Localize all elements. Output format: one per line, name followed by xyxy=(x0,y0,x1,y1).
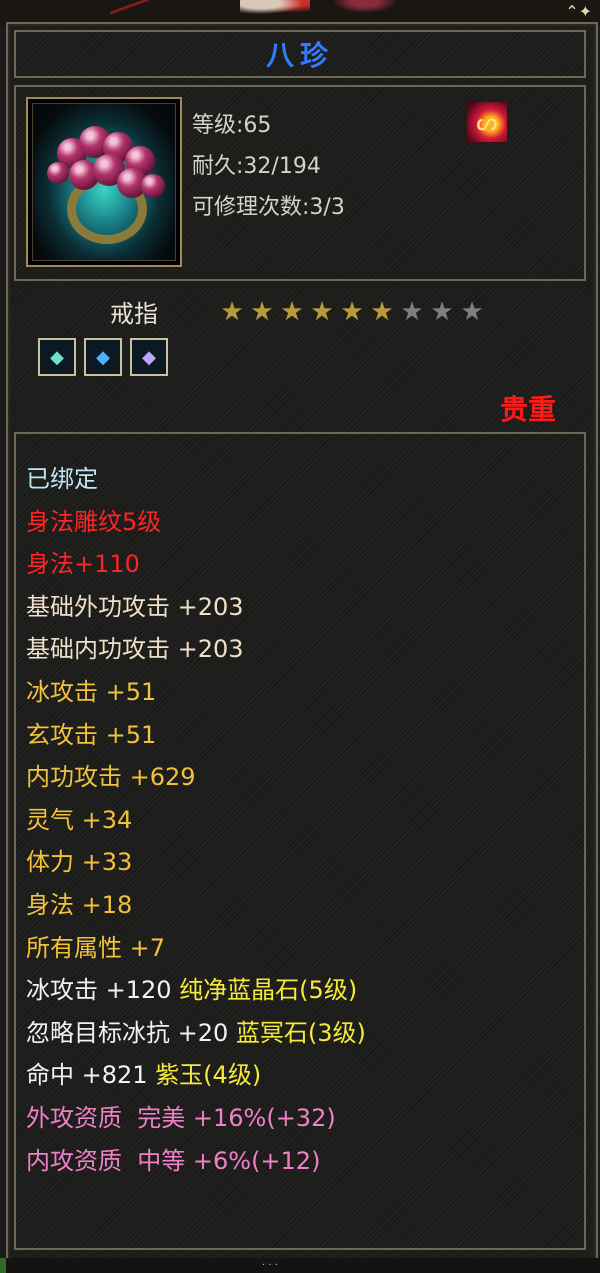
gem-name: 纯净蓝晶石(5级) xyxy=(179,976,358,1005)
attribute-text: 灵气 +34 xyxy=(26,805,133,834)
sparkle-icon: ⌃✦ xyxy=(565,2,592,21)
star-empty-icon: ★ xyxy=(460,297,484,327)
item-repair-count: 可修理次数:3/3 xyxy=(192,195,345,220)
decor-figure-2 xyxy=(330,0,400,14)
attribute-text: 已绑定 xyxy=(26,465,98,493)
rarity-label: 贵重 xyxy=(499,393,556,426)
attribute-line: 身法+110 xyxy=(26,543,366,586)
attribute-list: 已绑定身法雕纹5级 身法+110 基础外功攻击 +203 基础内功攻击 +203 冰攻击… xyxy=(26,458,366,1182)
attribute-line: 身法雕纹5级 xyxy=(26,501,366,544)
attribute-text: 玄攻击 +51 xyxy=(26,720,157,749)
attribute-line: 冰攻击 +120 纯净蓝晶石(5级) xyxy=(26,969,366,1012)
attribute-text: 基础内功攻击 +203 xyxy=(26,635,244,664)
decor-figure xyxy=(240,0,310,16)
flame-skill-icon: ᔕ xyxy=(466,101,508,143)
attribute-line: 玄攻击 +51 xyxy=(26,714,366,757)
star-empty-icon: ★ xyxy=(400,297,424,327)
star-empty-icon: ★ xyxy=(430,297,454,327)
gem-name: 蓝冥石(3级) xyxy=(235,1018,366,1047)
attribute-text: 冰攻击 +120 xyxy=(26,976,180,1005)
gem-slots: ◆ ◆ ◆ xyxy=(38,338,168,376)
title-bar: 八珍 xyxy=(14,30,586,78)
attribute-text: 体力 +33 xyxy=(26,848,133,877)
attribute-line: 冰攻击 +51 xyxy=(26,671,366,714)
attribute-line: 外攻资质 完美 +16%(+32) xyxy=(26,1097,366,1140)
item-name: 八珍 xyxy=(265,39,334,72)
attribute-line: 体力 +33 xyxy=(26,841,366,884)
star-filled-icon: ★ xyxy=(340,297,364,327)
attribute-line: 命中 +821 紫玉(4级) xyxy=(26,1054,366,1097)
star-filled-icon: ★ xyxy=(250,297,274,327)
leaf-decor xyxy=(0,1258,6,1273)
pearl xyxy=(141,174,165,198)
attribute-line: 灵气 +34 xyxy=(26,799,366,842)
attribute-line: 所有属性 +7 xyxy=(26,927,366,970)
item-durability: 耐久:32/194 xyxy=(192,154,321,179)
pearl-ring-icon xyxy=(32,103,176,261)
attribute-text: 身法雕纹5级 xyxy=(26,507,162,536)
attribute-text: 基础外功攻击 +203 xyxy=(26,592,244,621)
bottom-decoration: · · · xyxy=(0,1258,600,1273)
attribute-text: 外攻资质 完美 +16%(+32) xyxy=(26,1103,336,1132)
attribute-text: 命中 +821 xyxy=(26,1061,156,1090)
attribute-line: 身法 +18 xyxy=(26,884,366,927)
pearl xyxy=(47,162,69,184)
attribute-line: 已绑定 xyxy=(26,458,366,501)
star-filled-icon: ★ xyxy=(280,297,304,327)
bottom-marker: · · · xyxy=(262,1260,278,1271)
attribute-line: 基础内功攻击 +203 xyxy=(26,628,366,671)
attribute-text: 所有属性 +7 xyxy=(26,933,166,962)
star-filled-icon: ★ xyxy=(370,297,394,327)
item-stats: 等级:65 耐久:32/194 可修理次数:3/3 xyxy=(192,105,345,228)
attribute-text: 内功攻击 +629 xyxy=(26,763,196,792)
star-filled-icon: ★ xyxy=(310,297,334,327)
decor-streak xyxy=(110,0,150,14)
attribute-line: 忽略目标冰抗 +20 蓝冥石(3级) xyxy=(26,1012,366,1055)
attribute-text: 身法+110 xyxy=(26,550,140,579)
star-rating: ★ ★ ★ ★ ★ ★ ★ ★ ★ xyxy=(218,298,486,326)
attribute-panel: 已绑定身法雕纹5级 身法+110 基础外功攻击 +203 基础内功攻击 +203 冰攻击… xyxy=(14,432,586,1250)
purple-gem-icon: ◆ xyxy=(130,338,168,376)
attribute-text: 冰攻击 +51 xyxy=(26,677,157,706)
cyan-gem-icon: ◆ xyxy=(38,338,76,376)
blue-gem-icon: ◆ xyxy=(84,338,122,376)
attribute-line: 内功攻击 +629 xyxy=(26,756,366,799)
item-type: 戒指 xyxy=(110,300,158,328)
item-icon-frame xyxy=(26,97,182,267)
item-info-panel: 等级:65 耐久:32/194 可修理次数:3/3 ᔕ xyxy=(14,85,586,281)
attribute-line: 内攻资质 中等 +6%(+12) xyxy=(26,1140,366,1183)
item-level: 等级:65 xyxy=(192,113,272,138)
attribute-text: 忽略目标冰抗 +20 xyxy=(26,1018,236,1047)
star-filled-icon: ★ xyxy=(220,297,244,327)
gem-name: 紫玉(4级) xyxy=(155,1061,262,1090)
attribute-text: 身法 +18 xyxy=(26,890,133,919)
attribute-text: 内攻资质 中等 +6%(+12) xyxy=(26,1146,321,1175)
attribute-line: 基础外功攻击 +203 xyxy=(26,586,366,629)
